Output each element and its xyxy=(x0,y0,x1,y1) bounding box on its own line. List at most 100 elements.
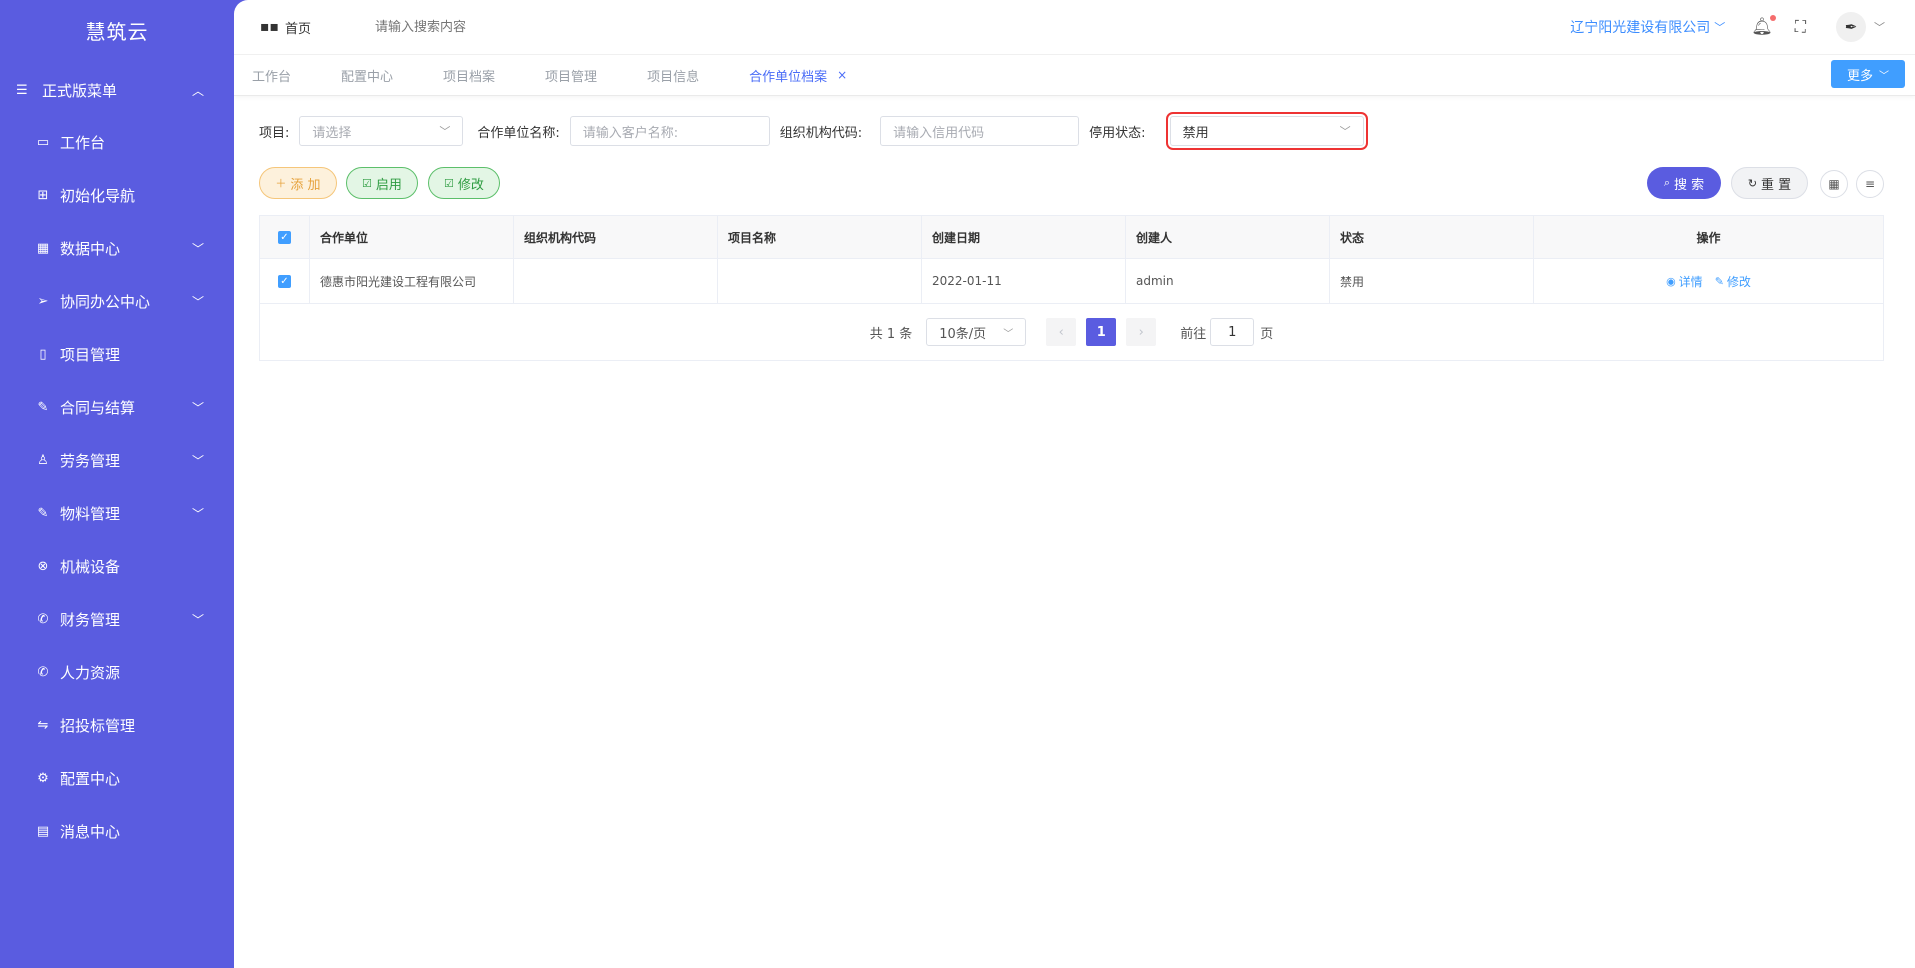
sidebar-item-finance[interactable]: ✆ 财务管理 ﹀ xyxy=(0,593,234,646)
fullscreen-icon[interactable]: ⛶ xyxy=(1795,17,1806,37)
row-select-cell[interactable]: ✓ xyxy=(260,259,310,303)
page-size-select[interactable]: 10条/页 ﹀ xyxy=(926,318,1027,346)
sidebar-item-label: 招投标管理 xyxy=(60,717,136,735)
edit-button[interactable]: ☑ 修改 xyxy=(428,167,500,199)
more-label: 更多 xyxy=(1846,68,1873,84)
tab-label: 合作单位档案 xyxy=(749,69,828,85)
partner-filter-label: 合作单位名称: xyxy=(477,125,560,141)
company-switcher[interactable]: 辽宁阳光建设有限公司 ﹀ xyxy=(1570,17,1725,37)
tab-project-management[interactable]: 项目管理 xyxy=(545,66,597,85)
bell-icon[interactable]: 🔔︎ xyxy=(1751,15,1776,37)
avatar[interactable]: ✒ xyxy=(1836,12,1866,42)
more-button[interactable]: 更多 ﹀ xyxy=(1830,60,1905,88)
sidebar-item-data-center[interactable]: ▦ 数据中心 ﹀ xyxy=(0,222,234,275)
sidebar-item-material[interactable]: ✎ 物料管理 ﹀ xyxy=(0,487,234,540)
table-header: ✓ 合作单位 组织机构代码 项目名称 创建日期 创建人 状态 操作 xyxy=(260,216,1883,259)
chevron-down-icon: ﹀ xyxy=(1879,70,1889,82)
close-icon[interactable]: × xyxy=(837,68,847,82)
sidebar-item-label: 机械设备 xyxy=(60,558,121,576)
status-select[interactable]: 禁用 ﹀ xyxy=(1165,112,1368,150)
edit-link[interactable]: ✎ 修改 xyxy=(1715,273,1751,290)
columns-icon[interactable]: ▦ xyxy=(1820,170,1848,198)
sidebar-item-office[interactable]: ➢ 协同办公中心 ﹀ xyxy=(0,275,234,328)
next-page-button[interactable]: › xyxy=(1126,318,1157,346)
sidebar-item-init-nav[interactable]: ⊞ 初始化导航 xyxy=(0,169,234,222)
column-header: 组织机构代码 xyxy=(514,216,718,258)
edit-label: 修改 xyxy=(457,177,484,193)
notification-dot xyxy=(1769,15,1776,21)
goto-page-input[interactable]: 1 xyxy=(1210,318,1255,346)
sidebar-item-workbench[interactable]: ▭ 工作台 xyxy=(0,116,234,169)
current-page[interactable]: 1 xyxy=(1086,318,1117,346)
sidebar-item-contract[interactable]: ✎ 合同与结算 ﹀ xyxy=(0,381,234,434)
tab-project-info[interactable]: 项目信息 xyxy=(647,66,699,85)
table-row: ✓ 德惠市阳光建设工程有限公司 2022-01-11 admin 禁用 ◉ 详情… xyxy=(260,259,1883,304)
search-button[interactable]: ⌕ 搜 索 xyxy=(1647,167,1721,199)
add-button[interactable]: ＋ 添 加 xyxy=(259,167,337,199)
main-panel: ▪▪ 首页 辽宁阳光建设有限公司 ﹀ 🔔︎ ⛶ ✒ ﹀ 工作台 配置中心 项目档… xyxy=(234,0,1915,968)
partner-name-input[interactable]: 请输入客户名称: xyxy=(569,116,770,146)
contract-icon: ✎ xyxy=(37,400,49,415)
sidebar-item-label: 数据中心 xyxy=(60,240,121,258)
tab-partner-archive[interactable]: 合作单位档案 × xyxy=(749,66,847,85)
home-link[interactable]: 首页 xyxy=(285,18,311,37)
status-filter-label: 停用状态: xyxy=(1089,125,1146,141)
pencil-icon: ✎ xyxy=(1714,274,1724,288)
sidebar-item-labor[interactable]: ♙ 劳务管理 ﹀ xyxy=(0,434,234,487)
project-select-placeholder: 请选择 xyxy=(312,125,352,141)
partner-table: ✓ 合作单位 组织机构代码 项目名称 创建日期 创建人 状态 操作 ✓ 德惠市阳… xyxy=(259,215,1884,361)
edit-square-icon: ☑ xyxy=(362,176,372,190)
sidebar-item-bidding[interactable]: ⇋ 招投标管理 xyxy=(0,699,234,752)
select-all-checkbox[interactable]: ✓ xyxy=(278,230,291,244)
column-header: 状态 xyxy=(1330,216,1534,258)
enable-label: 启用 xyxy=(375,177,402,193)
sitemap-icon: ⊞ xyxy=(37,188,49,203)
reset-label: 重 置 xyxy=(1761,177,1792,193)
detail-link[interactable]: ◉ 详情 xyxy=(1666,273,1703,290)
sidebar-root-menu[interactable]: ☰ 正式版菜单 ︿ xyxy=(0,64,234,116)
tab-workbench[interactable]: 工作台 xyxy=(252,66,291,85)
sidebar-item-machine[interactable]: ⊗ 机械设备 xyxy=(0,540,234,593)
org-code-filter-label: 组织机构代码: xyxy=(779,125,863,141)
app-brand: 慧筑云 xyxy=(85,20,149,44)
sidebar-item-hr[interactable]: ✆ 人力资源 xyxy=(0,646,234,699)
eye-icon: ◉ xyxy=(1666,274,1676,288)
machine-icon: ⊗ xyxy=(37,559,49,574)
sidebar-item-label: 初始化导航 xyxy=(60,187,136,205)
tab-project-archive[interactable]: 项目档案 xyxy=(443,66,495,85)
reset-button[interactable]: ↻ 重 置 xyxy=(1731,167,1808,199)
enable-button[interactable]: ☑ 启用 xyxy=(346,167,418,199)
cell-date: 2022-01-11 xyxy=(922,259,1126,303)
chevron-down-icon: ﹀ xyxy=(191,295,204,309)
add-label: 添 加 xyxy=(290,177,321,193)
chevron-down-icon[interactable]: ﹀ xyxy=(1874,19,1885,35)
filter-settings-icon[interactable]: ≡ xyxy=(1856,170,1884,198)
project-select[interactable]: 请选择 ﹀ xyxy=(299,116,464,146)
project-filter-label: 项目: xyxy=(259,125,290,141)
company-name: 辽宁阳光建设有限公司 xyxy=(1570,20,1711,36)
pagination: 共 1 条 10条/页 ﹀ ‹ 1 › 前往 1 页 xyxy=(260,304,1883,360)
prev-page-button[interactable]: ‹ xyxy=(1046,318,1077,346)
sidebar-item-message[interactable]: ▤ 消息中心 xyxy=(0,805,234,858)
select-all-cell[interactable]: ✓ xyxy=(260,216,310,258)
apps-grid-icon[interactable]: ▪▪ xyxy=(260,19,279,35)
status-select-value: 禁用 xyxy=(1182,125,1209,141)
cell-org-code xyxy=(514,259,718,303)
sidebar-item-config[interactable]: ⚙ 配置中心 xyxy=(0,752,234,805)
global-search-input[interactable] xyxy=(373,18,577,36)
bid-icon: ⇋ xyxy=(37,718,49,733)
row-checkbox[interactable]: ✓ xyxy=(278,274,291,288)
sidebar: 慧筑云 ☰ 正式版菜单 ︿ ▭ 工作台 ⊞ 初始化导航 ▦ 数据中心 ﹀ ➢ 协… xyxy=(0,0,234,968)
worker-icon: ♙ xyxy=(37,453,49,468)
tab-config-center[interactable]: 配置中心 xyxy=(341,66,393,85)
menu-doc-icon: ☰ xyxy=(16,82,28,98)
sidebar-root-label: 正式版菜单 xyxy=(42,81,118,100)
column-header: 操作 xyxy=(1696,230,1721,245)
plus-icon: ＋ xyxy=(275,177,287,190)
finance-icon: ✆ xyxy=(37,612,49,627)
org-code-input[interactable]: 请输入信用代码 xyxy=(880,116,1080,146)
sidebar-item-project[interactable]: ▯ 项目管理 xyxy=(0,328,234,381)
page-suffix: 页 xyxy=(1260,326,1274,342)
search-label: 搜 索 xyxy=(1674,177,1705,193)
cell-status: 禁用 xyxy=(1330,259,1534,303)
